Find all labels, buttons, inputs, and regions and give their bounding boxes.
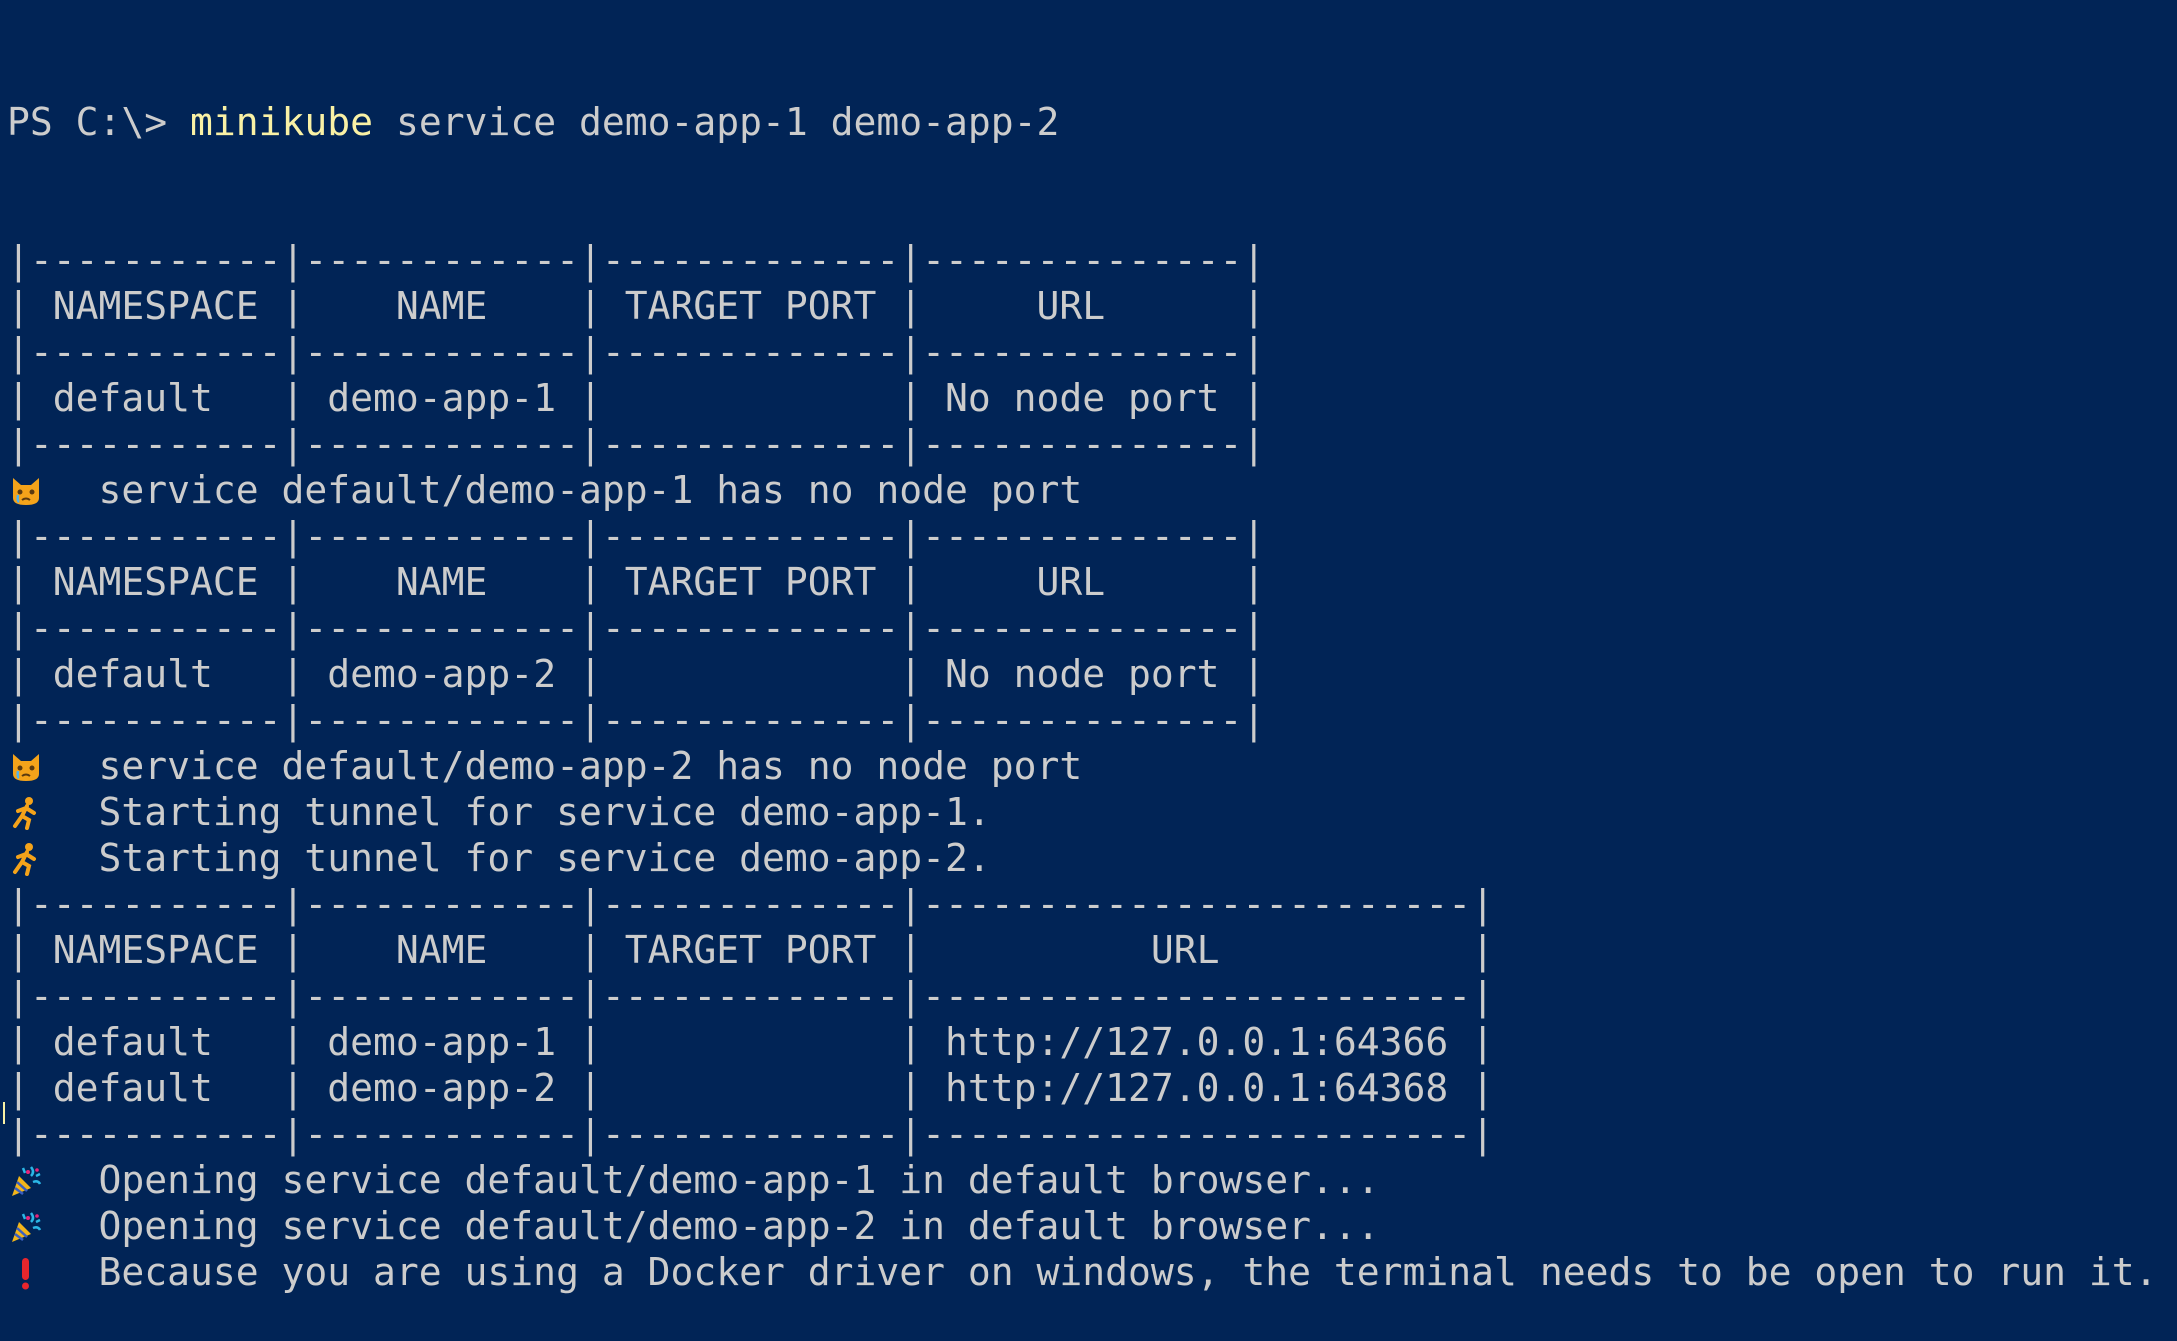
table-line: | NAMESPACE | NAME | TARGET PORT | URL | (7, 283, 2177, 329)
table-line: |-----------|------------|-------------|… (7, 881, 2177, 927)
runner-icon (7, 835, 53, 881)
message-line: service default/demo-app-1 has no node p… (7, 467, 2177, 513)
command-name: minikube (190, 100, 374, 144)
message-line: service default/demo-app-2 has no node p… (7, 743, 2177, 789)
party-popper-icon (7, 1157, 53, 1203)
command-args: service demo-app-1 demo-app-2 (373, 100, 1060, 144)
table-line: |-----------|------------|-------------|… (7, 697, 2177, 743)
runner-icon (7, 789, 53, 835)
table-line: | default | demo-app-2 | | http://127.0.… (7, 1065, 2177, 1111)
exclamation-icon (7, 1249, 53, 1295)
line-text: Because you are using a Docker driver on… (52, 1250, 2158, 1294)
table-line: |-----------|------------|-------------|… (7, 329, 2177, 375)
table-line: |-----------|------------|-------------|… (7, 1111, 2177, 1157)
table-line: | default | demo-app-1 | | http://127.0.… (7, 1019, 2177, 1065)
line-text: Opening service default/demo-app-2 in de… (52, 1204, 1380, 1248)
message-line: Starting tunnel for service demo-app-2. (7, 835, 2177, 881)
message-line: Because you are using a Docker driver on… (7, 1249, 2177, 1295)
message-line: Starting tunnel for service demo-app-1. (7, 789, 2177, 835)
prompt-prefix: PS C:\> (7, 100, 191, 144)
message-line: Opening service default/demo-app-1 in de… (7, 1157, 2177, 1203)
table-line: | NAMESPACE | NAME | TARGET PORT | URL | (7, 927, 2177, 973)
line-text: | NAMESPACE | NAME | TARGET PORT | URL | (7, 928, 1495, 972)
table-line: |-----------|------------|-------------|… (7, 421, 2177, 467)
table-line: |-----------|------------|-------------|… (7, 973, 2177, 1019)
table-line: |-----------|------------|-------------|… (7, 605, 2177, 651)
prompt-line: PS C:\> minikube service demo-app-1 demo… (7, 99, 2177, 145)
line-text: | default | demo-app-2 | | No node port … (7, 652, 1266, 696)
line-text: service default/demo-app-2 has no node p… (52, 744, 1083, 788)
crying-cat-icon (7, 467, 53, 513)
line-text: |-----------|------------|-------------|… (7, 422, 1266, 466)
line-text: | default | demo-app-2 | | http://127.0.… (7, 1066, 1495, 1110)
line-text: |-----------|------------|-------------|… (7, 330, 1266, 374)
line-text: |-----------|------------|-------------|… (7, 238, 1266, 282)
text-cursor (3, 1102, 5, 1124)
line-text: |-----------|------------|-------------|… (7, 514, 1266, 558)
line-text: |-----------|------------|-------------|… (7, 606, 1266, 650)
line-text: | default | demo-app-1 | | http://127.0.… (7, 1020, 1495, 1064)
line-text: Starting tunnel for service demo-app-2. (52, 836, 991, 880)
line-text: | NAMESPACE | NAME | TARGET PORT | URL | (7, 560, 1266, 604)
line-text: Opening service default/demo-app-1 in de… (52, 1158, 1380, 1202)
line-text: Starting tunnel for service demo-app-1. (52, 790, 991, 834)
message-line: Opening service default/demo-app-2 in de… (7, 1203, 2177, 1249)
crying-cat-icon (7, 743, 53, 789)
line-text: | default | demo-app-1 | | No node port … (7, 376, 1266, 420)
table-line: |-----------|------------|-------------|… (7, 237, 2177, 283)
table-line: | default | demo-app-2 | | No node port … (7, 651, 2177, 697)
party-popper-icon (7, 1203, 53, 1249)
line-text: |-----------|------------|-------------|… (7, 698, 1266, 742)
line-text: | NAMESPACE | NAME | TARGET PORT | URL | (7, 284, 1266, 328)
terminal-output[interactable]: PS C:\> minikube service demo-app-1 demo… (7, 7, 2177, 1341)
line-text: |-----------|------------|-------------|… (7, 882, 1495, 926)
table-line: |-----------|------------|-------------|… (7, 513, 2177, 559)
line-text: |-----------|------------|-------------|… (7, 1112, 1495, 1156)
line-text: service default/demo-app-1 has no node p… (52, 468, 1083, 512)
table-line: | NAMESPACE | NAME | TARGET PORT | URL | (7, 559, 2177, 605)
line-text: |-----------|------------|-------------|… (7, 974, 1495, 1018)
table-line: | default | demo-app-1 | | No node port … (7, 375, 2177, 421)
